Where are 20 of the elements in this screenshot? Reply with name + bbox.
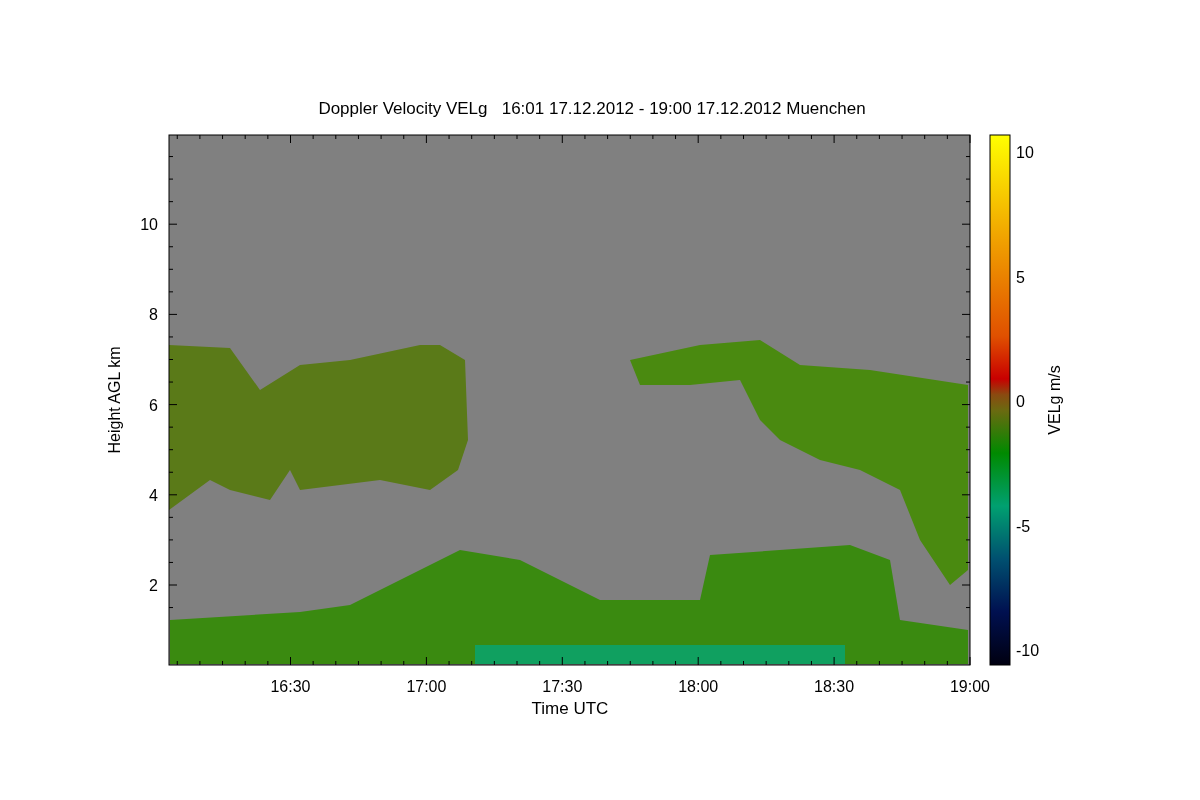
y-tick-label: 2 [149,577,158,594]
colorbar-tick-label: -10 [1016,642,1040,659]
x-axis-label: Time UTC [531,699,609,718]
x-tick-label: 18:00 [678,678,719,695]
colorbar-label: VELg m/s [1046,365,1063,435]
colorbar-tick-label: -5 [1016,517,1031,535]
x-tick-label: 17:00 [406,678,447,695]
y-axis-label: Height AGL km [106,346,123,454]
y-tick-label: 10 [140,216,158,234]
colorbar-tick-label: 5 [1016,268,1025,286]
y-tick-label: 6 [149,396,158,414]
x-tick-label: 17:30 [542,678,583,695]
x-tick-label: 19:00 [950,678,990,695]
y-tick-label: 8 [149,306,158,324]
x-tick-label: 18:30 [814,678,855,695]
colorbar-tick-label: 10 [1016,144,1034,161]
y-tick-label: 4 [149,486,158,504]
colorbar-tick-label: 0 [1016,393,1025,410]
x-tick-label: 16:30 [270,678,311,695]
chart-title: Doppler Velocity VELg 16:01 17.12.2012 - 19:00 17.12.2012 Muenchen [318,99,866,118]
